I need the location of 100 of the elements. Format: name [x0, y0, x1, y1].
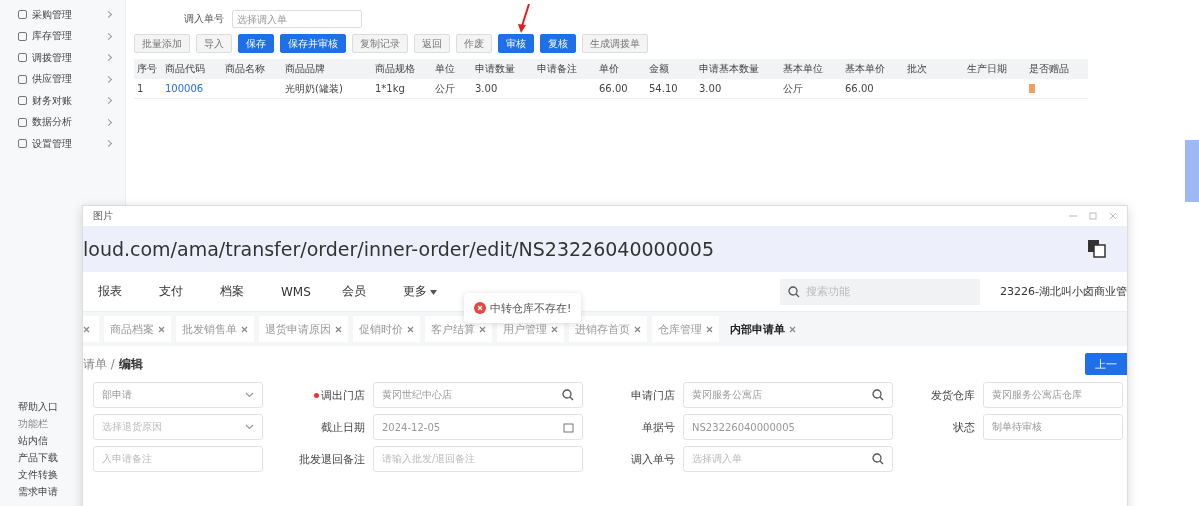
table-cell: 光明奶(罐装)	[282, 79, 372, 99]
table-cell: 66.00	[596, 79, 646, 99]
toolbar-button[interactable]: 审核	[498, 34, 534, 53]
sidebar-link[interactable]: 需求申请	[0, 483, 58, 500]
page-tab[interactable]: 批发销售单	[176, 316, 254, 342]
page-tab[interactable]: 商品档案	[104, 316, 171, 342]
input-field[interactable]: 黄冈服务公寓店仓库	[983, 382, 1123, 408]
close-icon[interactable]	[551, 325, 558, 333]
search-icon[interactable]	[788, 285, 801, 298]
table-cell: 3.00	[696, 79, 780, 99]
column-header: 基本单位	[780, 59, 842, 79]
table-cell: 1*1kg	[372, 79, 432, 99]
field-label: 截止日期	[321, 419, 365, 435]
close-icon[interactable]	[158, 325, 165, 333]
search-field[interactable]: 选择调入单	[232, 10, 362, 28]
close-icon[interactable]	[1109, 212, 1117, 220]
column-header: 商品名称	[222, 59, 282, 79]
sidebar-link[interactable]: 文件转换	[0, 466, 58, 483]
sidebar-item[interactable]: 设置管理	[0, 133, 125, 155]
search-field[interactable]: 黄冈世纪中心店	[373, 382, 583, 408]
sidebar-link[interactable]: 产品下载	[0, 449, 58, 466]
search-icon[interactable]	[872, 453, 884, 465]
page-tab[interactable]: 促销时价	[353, 316, 420, 342]
window-title: 图片	[93, 209, 113, 223]
table-cell: 66.00	[842, 79, 904, 99]
sidebar-item[interactable]: 采购管理	[0, 4, 125, 26]
page-tab[interactable]: 进销存首页	[569, 316, 647, 342]
toolbar-button[interactable]: 导入	[196, 34, 232, 53]
select-field[interactable]: 部申请	[93, 382, 263, 408]
error-icon	[474, 302, 486, 314]
input-field[interactable]: NS23226040000005	[683, 414, 893, 440]
column-header: 是否赠品	[1026, 59, 1088, 79]
menu-item-icon	[18, 96, 27, 106]
toolbar-button[interactable]: 批量添加	[134, 34, 190, 53]
table-cell: 54.10	[646, 79, 696, 99]
input-field[interactable]: 制单待审核	[983, 414, 1123, 440]
translate-icon[interactable]	[1087, 239, 1107, 259]
close-icon[interactable]	[241, 325, 248, 333]
column-header: 序号	[134, 59, 162, 79]
table-cell: 3.00	[472, 79, 534, 99]
toolbar-button[interactable]: 生成调拨单	[582, 34, 648, 53]
menu-item-icon	[18, 139, 27, 149]
sidebar-item[interactable]: 数据分析	[0, 111, 125, 133]
search-field[interactable]: 黄冈服务公寓店	[683, 382, 893, 408]
toolbar-button[interactable]: 保存并审核	[280, 34, 346, 53]
nav-item[interactable]: WMS	[281, 284, 342, 299]
menu-item-icon	[18, 74, 27, 84]
sidebar-item[interactable]: 财务对账	[0, 90, 125, 112]
search-icon[interactable]	[562, 389, 574, 401]
sidebar-item[interactable]: 供应管理	[0, 68, 125, 90]
page-tab[interactable]: 退货申请原因	[259, 316, 348, 342]
field-label: 调出门店	[321, 387, 365, 403]
menu-item-icon	[18, 117, 27, 127]
toast-message: 中转仓库不存在!	[490, 300, 572, 316]
field-label: 申请门店	[631, 387, 675, 403]
table-cell: 公斤	[780, 79, 842, 99]
menu-item-icon	[18, 53, 27, 63]
sidebar-item[interactable]: 调拨管理	[0, 47, 125, 69]
calendar-icon	[563, 421, 574, 433]
nav-item[interactable]: 会员	[342, 283, 403, 300]
sidebar-item[interactable]: 库存管理	[0, 25, 125, 47]
close-icon[interactable]	[83, 325, 90, 333]
previous-button[interactable]: 上一	[1085, 353, 1127, 375]
close-icon[interactable]	[479, 325, 486, 333]
close-icon[interactable]	[407, 325, 414, 333]
column-header: 申请数量	[472, 59, 534, 79]
close-icon[interactable]	[706, 325, 713, 333]
column-header: 基本单价	[842, 59, 904, 79]
nav-item[interactable]: 报表	[98, 283, 159, 300]
toolbar-button[interactable]: 保存	[238, 34, 274, 53]
close-icon[interactable]	[634, 325, 641, 333]
close-icon[interactable]	[335, 325, 342, 333]
table-cell: 公斤	[432, 79, 472, 99]
page-tab[interactable]: 仓库管理	[652, 316, 719, 342]
close-icon[interactable]	[789, 325, 796, 333]
sidebar-link[interactable]: 站内信	[0, 432, 48, 449]
column-header: 单位	[432, 59, 472, 79]
search-icon[interactable]	[872, 389, 884, 401]
field-label: 批发退回备注	[299, 451, 365, 467]
nav-item[interactable]: 更多	[403, 283, 464, 300]
nav-item[interactable]: 档案	[220, 283, 281, 300]
company-name: 23226-湖北叫小卤商业管	[1000, 284, 1127, 299]
toolbar-button[interactable]: 返回	[414, 34, 450, 53]
url-text: loud.com/ama/transfer/order/inner-order/edit/NS23226040000005	[83, 238, 715, 260]
column-header: 商品代码	[162, 59, 222, 79]
menu-item-icon	[18, 10, 27, 20]
toolbar-button[interactable]: 复核	[540, 34, 576, 53]
sidebar-link[interactable]: 帮助入口	[0, 398, 58, 415]
column-header: 商品品牌	[282, 59, 372, 79]
column-header: 单价	[596, 59, 646, 79]
toolbar-button[interactable]: 复制记录	[352, 34, 408, 53]
column-header: 申请备注	[534, 59, 596, 79]
toolbar-button[interactable]: 作废	[456, 34, 492, 53]
nav-item[interactable]: 支付	[159, 283, 220, 300]
date-field[interactable]: 2024-12-05	[373, 414, 583, 440]
field-label: 调入单号	[184, 12, 224, 26]
column-header: 生产日期	[964, 59, 1026, 79]
product-code-link[interactable]: 100006	[162, 79, 222, 99]
column-header: 金额	[646, 59, 696, 79]
column-header: 商品规格	[372, 59, 432, 79]
